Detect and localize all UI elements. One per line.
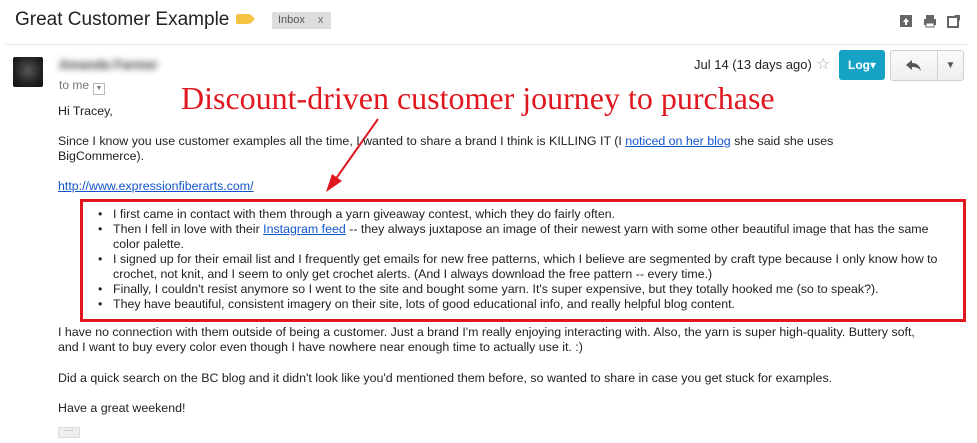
- list-item-text: They have beautiful, consistent imagery …: [113, 297, 735, 311]
- print-icon[interactable]: [923, 14, 937, 28]
- show-trimmed-content-button[interactable]: ···: [58, 426, 80, 438]
- intro-paragraph: Since I know you use customer examples a…: [58, 134, 908, 164]
- closing-paragraph: I have no connection with them outside o…: [58, 325, 915, 354]
- journey-bullet-list: I first came in contact with them throug…: [92, 207, 938, 312]
- sender-name[interactable]: Amanda Farmer: [59, 57, 158, 72]
- list-item: Finally, I couldn't resist anymore so I …: [92, 282, 938, 297]
- signoff: Have a great weekend!: [58, 401, 186, 415]
- reply-button[interactable]: [891, 51, 937, 80]
- greeting: Hi Tracey,: [58, 104, 113, 118]
- message-date: Jul 14 (13 days ago): [694, 57, 812, 72]
- log-button-label: Log: [847, 58, 870, 72]
- list-item: They have beautiful, consistent imagery …: [92, 297, 938, 312]
- list-item: Then I fell in love with their Instagram…: [92, 222, 938, 252]
- important-label-icon[interactable]: [236, 14, 255, 24]
- inbox-label-chip[interactable]: Inbox x: [272, 12, 332, 29]
- instagram-feed-link[interactable]: Instagram feed: [263, 222, 346, 236]
- recipient-details-dropdown-icon[interactable]: ▼: [93, 83, 106, 95]
- thread-actions: [899, 14, 961, 28]
- recipient-line: to me ▼: [59, 78, 106, 95]
- inbox-label-text: Inbox: [278, 14, 305, 26]
- reply-button-group: ▼: [890, 50, 964, 81]
- blog-link[interactable]: noticed on her blog: [625, 134, 730, 148]
- annotation-heading: Discount-driven customer journey to purc…: [181, 80, 775, 116]
- list-item-text: I signed up for their email list and I f…: [113, 252, 938, 281]
- archive-icon[interactable]: [899, 14, 913, 28]
- list-item: I first came in contact with them throug…: [92, 207, 938, 222]
- remove-label-icon[interactable]: x: [318, 14, 324, 26]
- intro-text-start: Since I know you use customer examples a…: [58, 134, 626, 148]
- list-item-text: I first came in contact with them throug…: [113, 207, 616, 221]
- open-new-window-icon[interactable]: [947, 14, 961, 28]
- thread-header: Great Customer Example Inbox x: [0, 0, 977, 44]
- reply-arrow-icon: [906, 59, 921, 71]
- followup-paragraph: Did a quick search on the BC blog and it…: [58, 371, 833, 385]
- list-item-text: Finally, I couldn't resist anymore so I …: [113, 282, 879, 296]
- sender-avatar[interactable]: [13, 57, 43, 87]
- more-actions-dropdown[interactable]: ▼: [937, 51, 963, 80]
- email-subject: Great Customer Example: [15, 9, 230, 30]
- website-link[interactable]: http://www.expressionfiberarts.com/: [58, 179, 254, 194]
- list-item: I signed up for their email list and I f…: [92, 252, 938, 282]
- recipient-text: to me: [59, 78, 90, 92]
- list-item-text: Then I fell in love with their: [113, 222, 264, 236]
- header-divider: [5, 44, 967, 45]
- log-button[interactable]: Log▾: [839, 50, 885, 80]
- star-icon[interactable]: ☆: [816, 54, 830, 74]
